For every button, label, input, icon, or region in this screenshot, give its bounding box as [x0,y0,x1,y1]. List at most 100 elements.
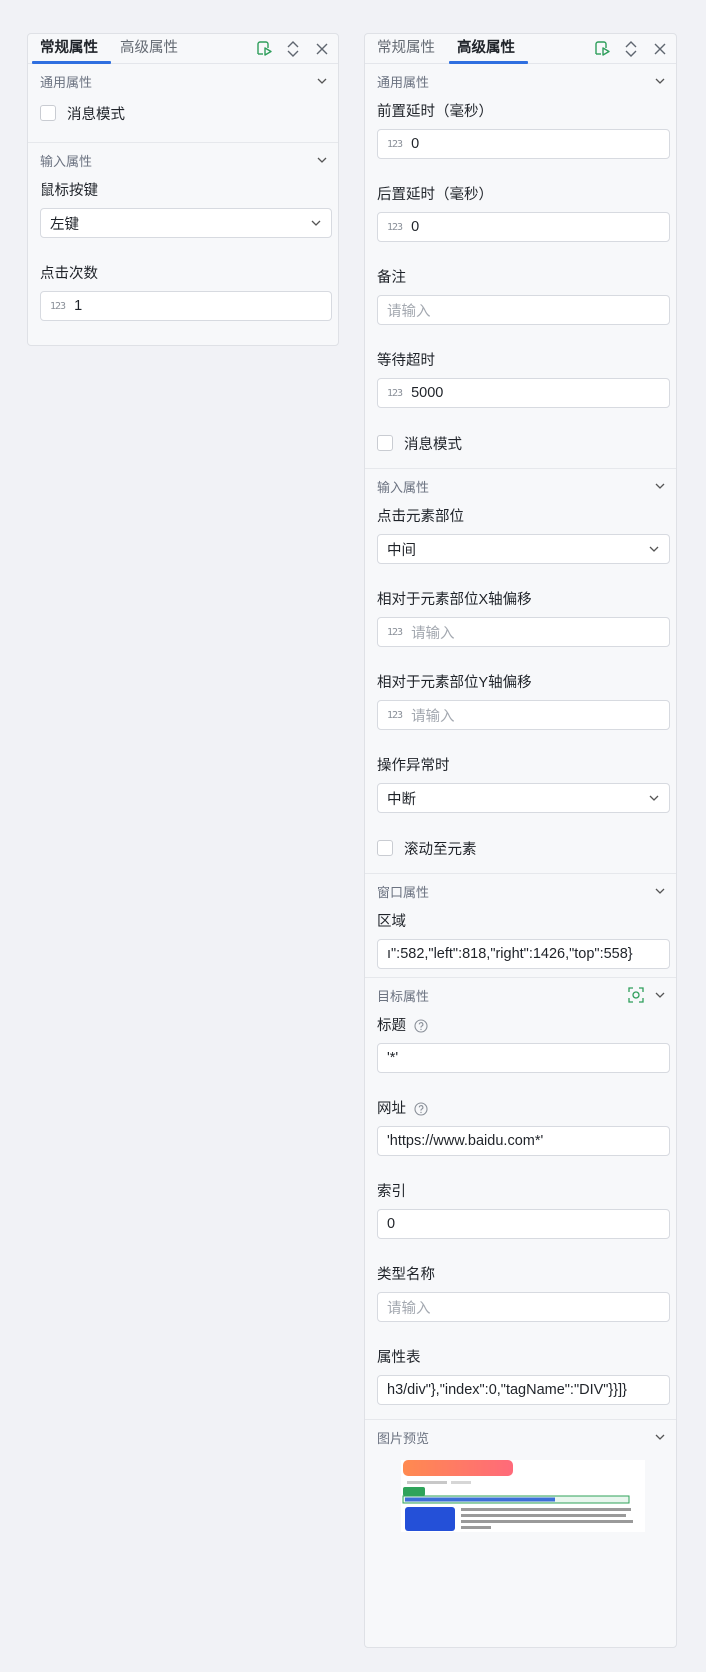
input-value: h3/div"},"index":0,"tagName":"DIV"}}]} [387,1382,627,1398]
number-icon: 123 [387,387,403,399]
tab-bar: 常规属性 高级属性 [28,34,338,64]
error-action-select[interactable]: 中断 [377,783,670,813]
x-offset-input[interactable]: 123 请输入 [377,617,670,647]
type-name-input[interactable]: 请输入 [377,1292,670,1322]
number-icon: 123 [387,138,403,150]
select-value: 中间 [387,542,416,559]
click-count-input[interactable]: 123 1 [40,291,332,321]
section-header-input[interactable]: 输入属性 [365,469,676,503]
close-icon[interactable] [312,39,332,59]
field-label: 属性表 [377,1350,421,1366]
url-input[interactable]: 'https://www.baidu.com*' [377,1126,670,1156]
expand-collapse-icon[interactable] [621,39,641,59]
element-preview-image [401,1460,645,1532]
label-text: 标题 [377,1018,406,1034]
scroll-to-element-row: 滚动至元素 [377,833,670,863]
number-icon: 123 [50,300,66,312]
input-value: ı":582,"left":818,"right":1426,"top":558… [387,946,633,962]
field-label: 点击元素部位 [377,509,464,525]
checkbox-label: 消息模式 [404,436,462,453]
run-icon[interactable] [592,39,612,59]
section-title: 输入属性 [40,153,93,169]
chevron-down-icon [649,795,659,801]
section-title: 目标属性 [377,988,430,1004]
tab-basic-properties[interactable]: 常规属性 [32,34,111,64]
section-header-target[interactable]: 目标属性 [365,978,676,1012]
number-icon: 123 [387,221,403,233]
field-label: 相对于元素部位X轴偏移 [377,592,532,608]
field-label: 后置延时（毫秒） [377,187,493,203]
tab-basic-properties[interactable]: 常规属性 [369,34,443,63]
chevron-down-icon [655,992,665,998]
field-label: 点击次数 [40,266,98,282]
y-offset-input[interactable]: 123 请输入 [377,700,670,730]
expand-collapse-icon[interactable] [283,39,303,59]
section-title: 通用属性 [377,74,430,90]
select-value: 左键 [50,216,79,233]
region-input[interactable]: ı":582,"left":818,"right":1426,"top":558… [377,939,670,969]
section-header-window[interactable]: 窗口属性 [365,874,676,908]
element-picker-icon[interactable] [628,987,644,1003]
chevron-down-icon [649,546,659,552]
message-mode-row: 消息模式 [377,428,670,458]
scroll-to-element-checkbox[interactable] [377,840,393,856]
message-mode-checkbox[interactable] [377,435,393,451]
field-label: 区域 [377,914,406,930]
input-value: 'https://www.baidu.com*' [387,1133,544,1149]
section-header-general[interactable]: 通用属性 [365,64,676,98]
chevron-down-icon [311,220,321,226]
label-text: 网址 [377,1101,406,1117]
field-label: 备注 [377,270,406,286]
input-value: 0 [411,136,420,152]
input-placeholder: 请输入 [387,303,431,320]
input-value: 1 [74,298,83,314]
section-header-general[interactable]: 通用属性 [28,64,338,98]
post-delay-input[interactable]: 123 0 [377,212,670,242]
section-header-input[interactable]: 输入属性 [28,143,338,177]
tab-advanced-properties[interactable]: 高级属性 [449,34,528,64]
chevron-down-icon [655,483,665,489]
section-title: 输入属性 [377,479,430,495]
section-title: 图片预览 [377,1430,430,1446]
field-label: 操作异常时 [377,758,450,774]
help-icon[interactable] [414,1019,428,1033]
checkbox-label: 消息模式 [67,106,125,123]
remark-input[interactable]: 请输入 [377,295,670,325]
field-label: 网址 [377,1095,670,1123]
wait-timeout-input[interactable]: 123 5000 [377,378,670,408]
number-icon: 123 [387,626,403,638]
message-mode-row: 消息模式 [40,98,332,128]
tab-bar: 常规属性 高级属性 [365,34,676,64]
chevron-down-icon [655,78,665,84]
chevron-down-icon [655,888,665,894]
input-placeholder: 请输入 [387,1300,431,1317]
tab-advanced-properties[interactable]: 高级属性 [112,34,186,63]
click-position-select[interactable]: 中间 [377,534,670,564]
field-label: 前置延时（毫秒） [377,104,493,120]
section-header-preview[interactable]: 图片预览 [365,1420,676,1454]
title-input[interactable]: '*' [377,1043,670,1073]
select-value: 中断 [387,791,416,808]
field-label: 索引 [377,1184,406,1200]
property-panel-right: 常规属性 高级属性 通用属性 前置延时（毫秒） 123 0 后置延时（毫秒） 1… [364,33,677,1648]
chevron-down-icon [317,78,327,84]
input-placeholder: 请输入 [411,625,455,642]
chevron-down-icon [655,1434,665,1440]
message-mode-checkbox[interactable] [40,105,56,121]
field-label: 类型名称 [377,1267,435,1283]
input-value: 0 [387,1216,396,1232]
close-icon[interactable] [650,39,670,59]
run-icon[interactable] [254,39,274,59]
mouse-button-select[interactable]: 左键 [40,208,332,238]
index-input[interactable]: 0 [377,1209,670,1239]
field-label: 等待超时 [377,353,435,369]
help-icon[interactable] [414,1102,428,1116]
field-label: 相对于元素部位Y轴偏移 [377,675,532,691]
section-title: 通用属性 [40,74,93,90]
number-icon: 123 [387,709,403,721]
pre-delay-input[interactable]: 123 0 [377,129,670,159]
input-value: 0 [411,219,420,235]
field-label: 标题 [377,1012,670,1040]
attribute-table-input[interactable]: h3/div"},"index":0,"tagName":"DIV"}}]} [377,1375,670,1405]
checkbox-label: 滚动至元素 [404,841,477,858]
